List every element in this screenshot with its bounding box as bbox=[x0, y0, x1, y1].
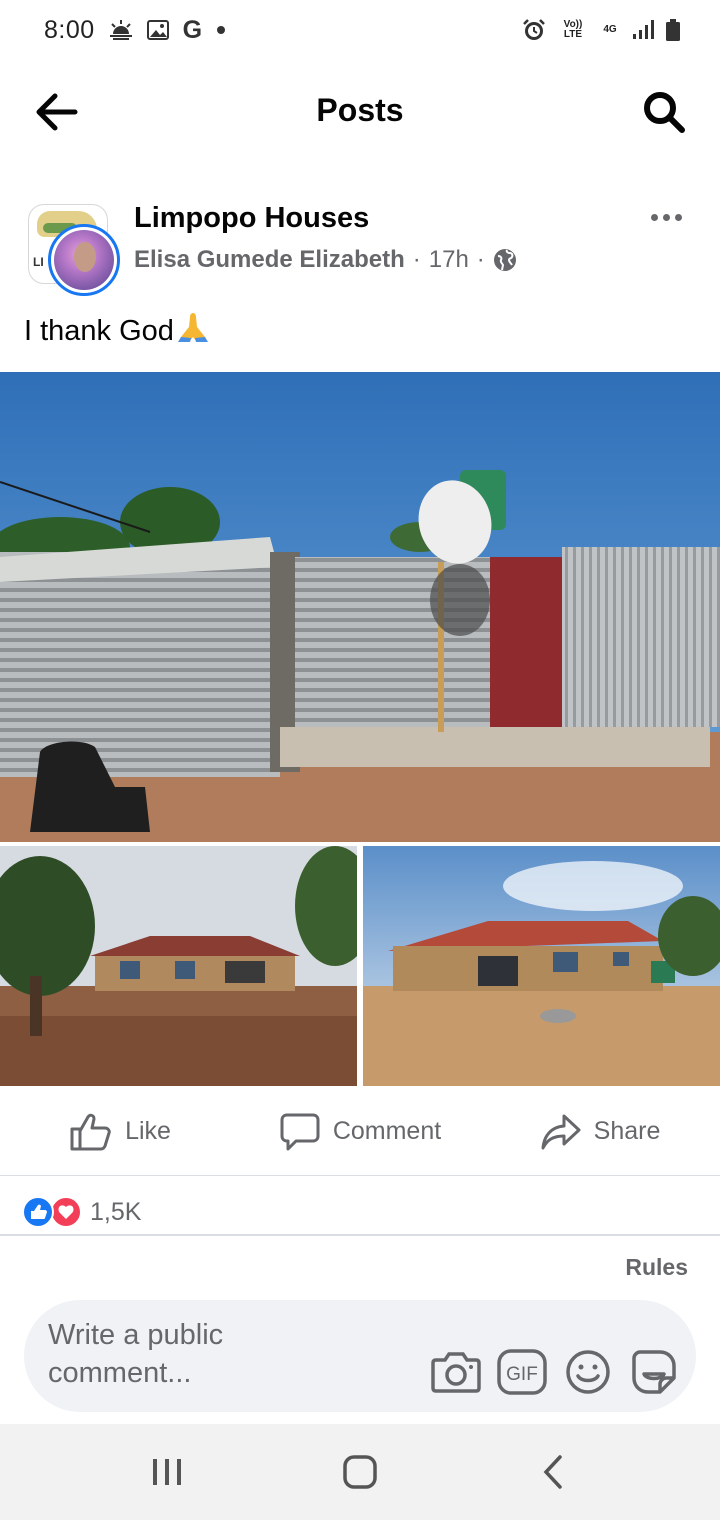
4g-icon: 4G bbox=[603, 24, 617, 35]
battery-icon bbox=[666, 19, 680, 41]
sunrise-weather-icon bbox=[109, 20, 133, 40]
group-avatar-text: LI bbox=[33, 255, 44, 269]
system-nav-bar bbox=[0, 1424, 720, 1520]
comment-tools: GIF bbox=[430, 1346, 680, 1398]
comment-label: Comment bbox=[332, 1117, 442, 1145]
reactions-summary[interactable]: 1,5K bbox=[22, 1196, 141, 1228]
group-name[interactable]: Limpopo Houses bbox=[134, 202, 369, 235]
reaction-count: 1,5K bbox=[90, 1197, 142, 1226]
status-time: 8:00 bbox=[44, 15, 95, 44]
love-reaction-icon bbox=[50, 1196, 82, 1228]
author-avatar[interactable] bbox=[48, 224, 120, 296]
post-text: I thank God bbox=[24, 315, 174, 347]
camera-icon bbox=[431, 1352, 481, 1393]
alarm-icon bbox=[522, 18, 546, 42]
status-bar: 8:00 G Vo)) LTE 4G bbox=[0, 0, 720, 60]
camera-button[interactable] bbox=[430, 1346, 482, 1398]
app-header: Posts bbox=[0, 60, 720, 164]
share-button[interactable]: Share bbox=[480, 1112, 720, 1152]
home-button[interactable] bbox=[320, 1442, 400, 1502]
comment-input[interactable] bbox=[48, 1316, 288, 1396]
post-actions: Like Comment Share bbox=[0, 1088, 720, 1176]
share-label: Share bbox=[593, 1117, 661, 1145]
sticker-icon bbox=[632, 1350, 676, 1394]
system-back-button[interactable] bbox=[513, 1442, 593, 1502]
search-button[interactable] bbox=[638, 86, 690, 138]
share-arrow-icon bbox=[541, 1114, 581, 1149]
folded-hands-emoji bbox=[176, 310, 210, 352]
home-icon bbox=[343, 1455, 377, 1489]
gif-button[interactable]: GIF bbox=[496, 1346, 548, 1398]
chevron-left-icon bbox=[543, 1455, 563, 1489]
house-photo-2 bbox=[363, 846, 720, 1086]
post-time[interactable]: 17h bbox=[429, 246, 469, 274]
post-photo-main[interactable] bbox=[0, 372, 720, 842]
comment-composer: GIF bbox=[24, 1300, 696, 1412]
status-right: Vo)) LTE 4G bbox=[522, 18, 680, 42]
comment-bubble-icon bbox=[280, 1113, 320, 1150]
post-meta: Elisa Gumede Elizabeth · 17h · bbox=[134, 246, 517, 274]
house-photo-1 bbox=[0, 846, 357, 1086]
recent-apps-icon bbox=[152, 1459, 181, 1485]
recent-apps-button[interactable] bbox=[127, 1442, 207, 1502]
post-photo-2[interactable] bbox=[0, 846, 357, 1086]
dot-icon bbox=[216, 25, 226, 35]
emoji-button[interactable] bbox=[562, 1346, 614, 1398]
gallery-icon bbox=[146, 20, 169, 40]
author-avatar-image bbox=[54, 230, 114, 290]
globe-icon bbox=[493, 249, 516, 271]
like-button[interactable]: Like bbox=[0, 1112, 240, 1152]
page-title: Posts bbox=[316, 92, 404, 128]
like-reaction-icon bbox=[22, 1196, 54, 1228]
like-label: Like bbox=[125, 1117, 171, 1145]
post-photo-3[interactable] bbox=[363, 846, 720, 1086]
rules-link[interactable]: Rules bbox=[625, 1254, 688, 1281]
thumbs-up-icon bbox=[70, 1113, 111, 1150]
section-divider bbox=[0, 1234, 720, 1236]
volte-icon: Vo)) LTE bbox=[563, 19, 583, 40]
post-author[interactable]: Elisa Gumede Elizabeth bbox=[134, 246, 405, 274]
status-left: 8:00 G bbox=[44, 16, 226, 45]
gif-icon: GIF bbox=[497, 1349, 547, 1395]
sticker-button[interactable] bbox=[628, 1346, 680, 1398]
emoji-icon bbox=[566, 1350, 610, 1394]
svg-text:GIF: GIF bbox=[506, 1364, 538, 1385]
dot bbox=[662, 213, 670, 221]
dot bbox=[650, 213, 658, 221]
dot bbox=[674, 213, 682, 221]
shack-photo bbox=[0, 372, 720, 842]
google-icon: G bbox=[182, 15, 203, 44]
meta-separator: · bbox=[476, 246, 485, 273]
signal-icon bbox=[632, 20, 654, 40]
more-options-button[interactable] bbox=[644, 202, 688, 232]
post-text-container: I thank God bbox=[24, 310, 210, 352]
post-header: LI Limpopo Houses Elisa Gumede Elizabeth… bbox=[0, 196, 720, 296]
comment-button[interactable]: Comment bbox=[240, 1112, 480, 1152]
meta-separator: · bbox=[412, 246, 421, 273]
search-icon bbox=[644, 92, 685, 133]
